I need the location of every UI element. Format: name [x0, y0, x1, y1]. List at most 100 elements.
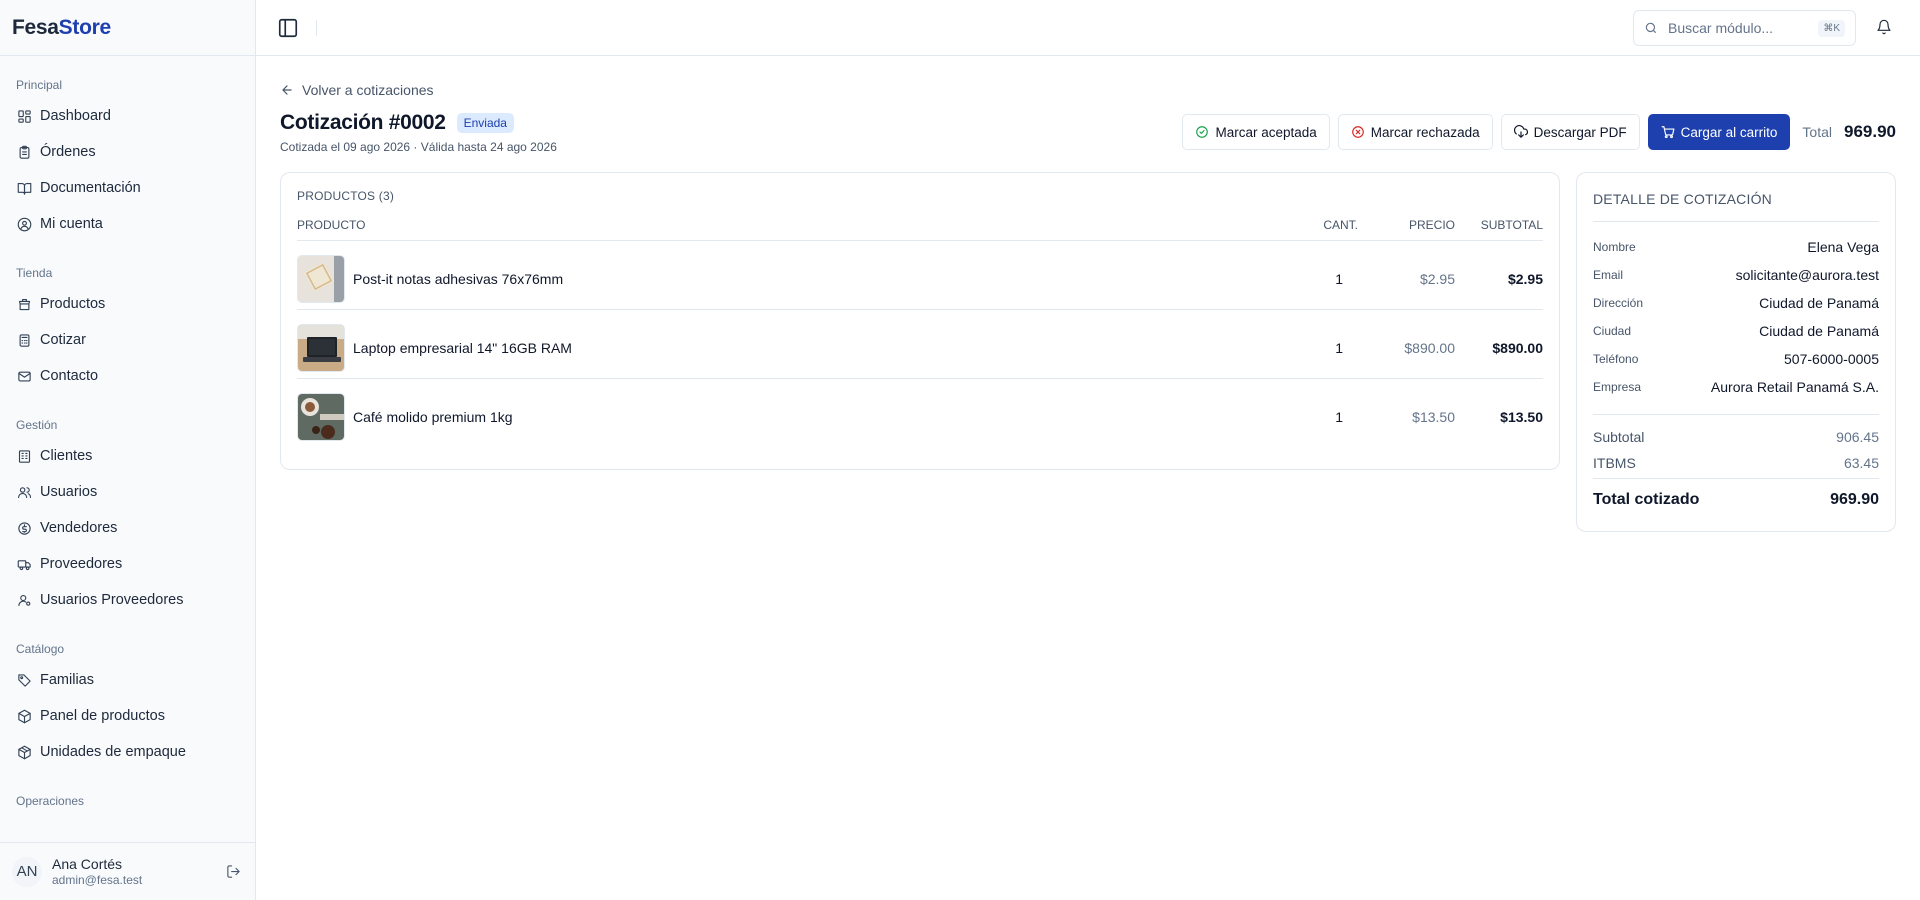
detail-field-nombre: Nombre Elena Vega [1593, 237, 1879, 257]
sidebar-item-unidades-empaque[interactable]: Unidades de empaque [0, 734, 255, 770]
user-name: Ana Cortés [52, 856, 123, 872]
user-circle-icon [16, 216, 32, 232]
sidebar-item-label: Cotizar [40, 332, 86, 348]
sidebar-item-label: Proveedores [40, 556, 123, 572]
sidebar-item-mi-cuenta[interactable]: Mi cuenta [0, 206, 255, 242]
detail-field-ciudad: Ciudad Ciudad de Panamá [1593, 321, 1879, 341]
coin-icon [16, 520, 32, 536]
sidebar-item-cotizar[interactable]: Cotizar [0, 322, 255, 358]
field-value: Elena Vega [1807, 239, 1879, 255]
back-link[interactable]: Volver a cotizaciones [280, 82, 434, 98]
tax-value: 63.45 [1843, 455, 1879, 471]
product-subtotal: $2.95 [1507, 271, 1543, 287]
sidebar-item-label: Productos [40, 296, 106, 312]
building-icon [16, 448, 32, 464]
sidebar-item-panel-productos[interactable]: Panel de productos [0, 698, 255, 734]
product-price: $890.00 [1404, 340, 1455, 356]
nav-group-title: Tienda [16, 266, 53, 280]
products-card: PRODUCTOS (3) PRODUCTO CANT. PRECIO SUBT… [280, 172, 1560, 470]
grand-total-value: 969.90 [1830, 491, 1879, 508]
sidebar-item-familias[interactable]: Familias [0, 662, 255, 698]
detail-field-direccion: Dirección Ciudad de Panamá [1593, 293, 1879, 313]
divider [1593, 414, 1879, 415]
header-total-value: 969.90 [1844, 122, 1896, 141]
nav-group-title: Gestión [16, 418, 58, 432]
sidebar-toggle-icon[interactable] [276, 16, 300, 40]
quote-detail-card: DETALLE DE COTIZACIÓN Nombre Elena Vega … [1576, 172, 1896, 532]
sidebar-item-productos[interactable]: Productos [0, 286, 255, 322]
load-to-cart-label: Cargar al carrito [1680, 124, 1778, 140]
user-email: admin@fesa.test [52, 873, 143, 887]
sidebar-item-usuarios-proveedores[interactable]: Usuarios Proveedores [0, 582, 255, 618]
product-name: Laptop empresarial 14" 16GB RAM [353, 340, 572, 356]
nav-group-principal: Principal Dashboard Órdenes Documentació… [0, 66, 255, 242]
user-menu[interactable]: AN Ana Cortés admin@fesa.test [0, 842, 255, 900]
sidebar-item-label: Usuarios [40, 484, 98, 500]
topbar: Buscar módulo... ⌘K [256, 0, 1920, 56]
book-icon [16, 180, 32, 196]
sidebar-item-label: Panel de productos [40, 708, 165, 724]
nav-group-operaciones: Operaciones [0, 782, 255, 814]
box-icon [16, 708, 32, 724]
nav-group-title: Principal [16, 78, 63, 92]
check-circle-icon [1196, 126, 1209, 138]
sidebar-item-label: Contacto [40, 368, 99, 384]
tag-icon [16, 672, 32, 688]
subtotal-label: Subtotal [1593, 429, 1645, 445]
product-qty: 1 [1335, 271, 1343, 287]
sidebar-item-label: Usuarios Proveedores [40, 592, 184, 608]
subtotal-value: 906.45 [1836, 429, 1879, 445]
user-info: Ana Cortés admin@fesa.test [52, 856, 223, 887]
sidebar-item-usuarios[interactable]: Usuarios [0, 474, 255, 510]
avatar: AN [12, 856, 42, 887]
product-subtotal: $13.50 [1500, 409, 1543, 425]
sidebar-item-dashboard[interactable]: Dashboard [0, 98, 255, 134]
field-value: Ciudad de Panamá [1759, 323, 1879, 339]
column-header-product: PRODUCTO [297, 218, 366, 232]
field-label: Email [1593, 268, 1624, 282]
product-name: Café molido premium 1kg [353, 409, 513, 425]
nav-group-title: Operaciones [16, 794, 85, 808]
dashboard-icon [16, 108, 32, 124]
x-circle-icon [1351, 126, 1364, 138]
sidebar-item-documentacion[interactable]: Documentación [0, 170, 255, 206]
sidebar-item-proveedores[interactable]: Proveedores [0, 546, 255, 582]
table-header: PRODUCTO CANT. PRECIO SUBTOTAL [297, 209, 1543, 241]
package-icon [16, 744, 32, 760]
sidebar-item-label: Mi cuenta [40, 216, 103, 232]
product-qty: 1 [1335, 340, 1343, 356]
topbar-divider [316, 20, 317, 36]
mark-rejected-button[interactable]: Marcar rechazada [1337, 114, 1493, 150]
search-input[interactable]: Buscar módulo... ⌘K [1633, 10, 1856, 46]
grand-total-label: Total cotizado [1593, 491, 1700, 508]
brand-part-1: Fesa [12, 15, 59, 39]
bell-icon[interactable] [1876, 19, 1894, 37]
header-total-label: Total [1802, 124, 1832, 140]
sidebar-item-label: Dashboard [40, 108, 111, 124]
page-title: Cotización #0002 [280, 111, 446, 134]
nav-group-catalogo: Catálogo Familias Panel de productos Uni… [0, 630, 255, 770]
sidebar-item-clientes[interactable]: Clientes [0, 438, 255, 474]
nav-group-title: Catálogo [16, 642, 65, 656]
main-content: Volver a cotizaciones Cotización #0002 E… [256, 56, 1920, 900]
sidebar-item-label: Documentación [40, 180, 141, 196]
detail-title: DETALLE DE COTIZACIÓN [1593, 191, 1772, 207]
mark-accepted-button[interactable]: Marcar aceptada [1182, 114, 1330, 150]
download-pdf-button[interactable]: Descargar PDF [1500, 114, 1640, 150]
sidebar-item-vendedores[interactable]: Vendedores [0, 510, 255, 546]
divider [1593, 478, 1879, 479]
search-placeholder: Buscar módulo... [1668, 20, 1774, 36]
sidebar: Fesa Store Principal Dashboard Órdenes Do… [0, 0, 256, 900]
back-label: Volver a cotizaciones [302, 82, 434, 98]
quote-dates: Cotizada el 09 ago 2026 · Válida hasta 2… [280, 140, 557, 154]
load-to-cart-button[interactable]: Cargar al carrito [1647, 114, 1791, 150]
logout-icon[interactable] [223, 862, 243, 882]
brand-logo[interactable]: Fesa Store [0, 0, 255, 56]
status-badge: Enviada [456, 113, 514, 133]
calculator-icon [16, 332, 32, 348]
sidebar-item-ordenes[interactable]: Órdenes [0, 134, 255, 170]
truck-icon [16, 556, 32, 572]
sidebar-item-contacto[interactable]: Contacto [0, 358, 255, 394]
field-label: Dirección [1593, 296, 1644, 310]
field-value: solicitante@aurora.test [1735, 267, 1879, 283]
